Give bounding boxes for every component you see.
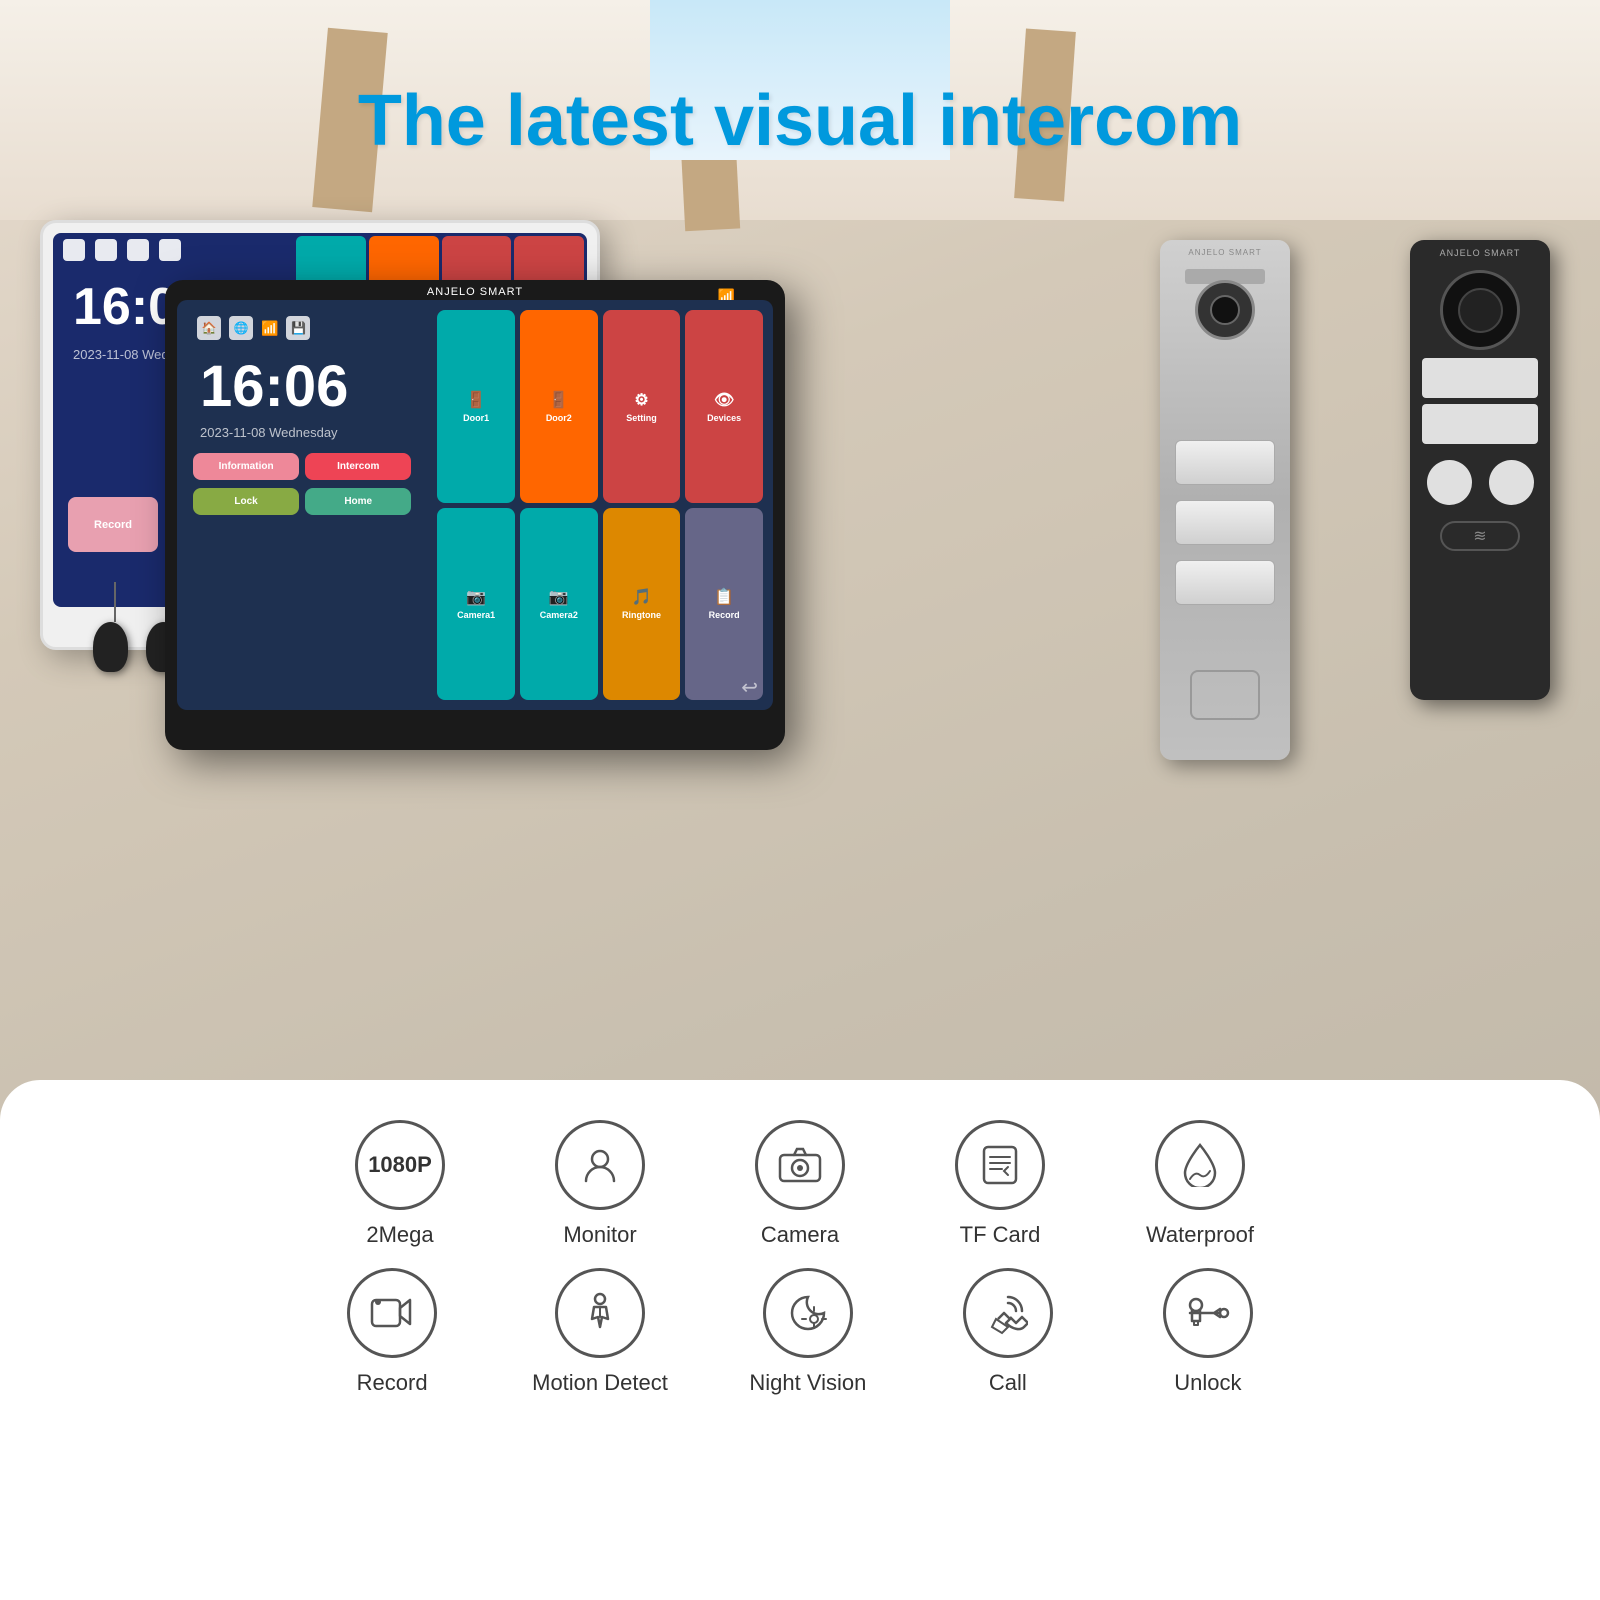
save-icon bbox=[159, 239, 181, 261]
mb-globe-icon: 🌐 bbox=[229, 316, 253, 340]
db-camera-inner bbox=[1210, 295, 1240, 325]
mb-save-icon: 💾 bbox=[286, 316, 310, 340]
feature-camera: Camera bbox=[740, 1120, 860, 1248]
mb-record: 📋Record bbox=[685, 508, 763, 701]
feature-icon-record bbox=[347, 1268, 437, 1358]
features-row-1: 1080P 2Mega Monitor Cam bbox=[80, 1120, 1520, 1248]
feature-label-nightvision: Night Vision bbox=[749, 1370, 866, 1396]
feature-label-monitor: Monitor bbox=[563, 1222, 636, 1248]
devices-section: 16:06 2023-11-08 Wed... 🚪 🚪 ⚙ 👁 📷 📷 ♪ 📋 … bbox=[0, 180, 1600, 830]
mb-door2: 🚪Door2 bbox=[520, 310, 598, 503]
dbb-camera bbox=[1440, 270, 1520, 350]
features-section: 1080P 2Mega Monitor Cam bbox=[0, 1080, 1600, 1600]
dbb-btn2[interactable] bbox=[1422, 404, 1538, 444]
feature-call: Call bbox=[948, 1268, 1068, 1396]
mb-topbar: 🏠 🌐 📶 💾 bbox=[185, 308, 419, 348]
feature-label-waterproof: Waterproof bbox=[1146, 1222, 1254, 1248]
feature-icon-unlock bbox=[1163, 1268, 1253, 1358]
mb-camera2: 📷Camera2 bbox=[520, 508, 598, 701]
feature-label-2mega: 2Mega bbox=[366, 1222, 433, 1248]
feature-waterproof: Waterproof bbox=[1140, 1120, 1260, 1248]
dbb-camera-inner bbox=[1458, 288, 1503, 333]
wifi-icon bbox=[127, 239, 149, 261]
keyfob1 bbox=[93, 622, 128, 672]
feature-monitor: Monitor bbox=[540, 1120, 660, 1248]
monitor-black: ANJELO SMART 📶 🏠 🌐 📶 💾 16:06 2023-11-08 … bbox=[165, 280, 785, 750]
mb-intercom-btn: Intercom bbox=[305, 453, 411, 480]
mb-devices: 👁Devices bbox=[685, 310, 763, 503]
mb-door1: 🚪Door1 bbox=[437, 310, 515, 503]
mb-home-icon: 🏠 bbox=[197, 316, 221, 340]
back-button[interactable]: ↩ bbox=[741, 675, 758, 700]
feature-2mega: 1080P 2Mega bbox=[340, 1120, 460, 1248]
db-btn1[interactable] bbox=[1175, 440, 1275, 485]
mb-wifi-icon: 📶 bbox=[261, 320, 278, 337]
feature-motion: Motion Detect bbox=[532, 1268, 668, 1396]
feature-label-record: Record bbox=[357, 1370, 428, 1396]
feature-label-camera: Camera bbox=[761, 1222, 839, 1248]
features-row-2: Record Motion Detect Night Vision bbox=[80, 1268, 1520, 1396]
feature-icon-motion bbox=[555, 1268, 645, 1358]
monitor-black-brand: ANJELO SMART bbox=[165, 280, 785, 300]
feature-icon-2mega: 1080P bbox=[355, 1120, 445, 1210]
db-camera bbox=[1195, 280, 1255, 340]
mb-camera1: 📷Camera1 bbox=[437, 508, 515, 701]
feature-label-motion: Motion Detect bbox=[532, 1370, 668, 1396]
dbb-circle1[interactable] bbox=[1427, 460, 1472, 505]
doorbell-black: ANJELO SMART ≋ bbox=[1410, 240, 1550, 700]
mb-setting: ⚙Setting bbox=[603, 310, 681, 503]
monitor-black-screen: 🏠 🌐 📶 💾 16:06 2023-11-08 Wednesday Infor… bbox=[177, 300, 773, 710]
feature-label-tfcard: TF Card bbox=[960, 1222, 1041, 1248]
feature-1080p-text: 1080P bbox=[368, 1152, 432, 1178]
feature-icon-nightvision bbox=[763, 1268, 853, 1358]
feature-icon-monitor bbox=[555, 1120, 645, 1210]
mb-grid: 🚪Door1 🚪Door2 ⚙Setting 👁Devices 📷Camera1… bbox=[427, 305, 773, 705]
mb-lock-btn: Lock bbox=[193, 488, 299, 515]
info-pill: Record bbox=[68, 497, 158, 552]
mb-home-btn: Home bbox=[305, 488, 411, 515]
feature-icon-waterproof bbox=[1155, 1120, 1245, 1210]
mb-ringtone: 🎵Ringtone bbox=[603, 508, 681, 701]
feature-tfcard: TF Card bbox=[940, 1120, 1060, 1248]
dbb-nfc: ≋ bbox=[1440, 521, 1520, 551]
monitor-time: 16:06 bbox=[185, 348, 419, 425]
feature-label-call: Call bbox=[989, 1370, 1027, 1396]
home-icon bbox=[63, 239, 85, 261]
feature-icon-tfcard bbox=[955, 1120, 1045, 1210]
db-btn3[interactable] bbox=[1175, 560, 1275, 605]
mb-info-btn: Information bbox=[193, 453, 299, 480]
feature-label-unlock: Unlock bbox=[1174, 1370, 1241, 1396]
monitor-date: 2023-11-08 Wednesday bbox=[185, 425, 419, 448]
page-title: The latest visual intercom bbox=[0, 80, 1600, 162]
db-speaker bbox=[1190, 670, 1260, 720]
feature-icon-camera bbox=[755, 1120, 845, 1210]
feature-nightvision: Night Vision bbox=[748, 1268, 868, 1396]
db-btn2[interactable] bbox=[1175, 500, 1275, 545]
feature-unlock: Unlock bbox=[1148, 1268, 1268, 1396]
dbb-brand: ANJELO SMART bbox=[1410, 240, 1550, 262]
db-silver-brand: ANJELO SMART bbox=[1160, 240, 1290, 261]
globe-icon bbox=[95, 239, 117, 261]
doorbell-silver: ANJELO SMART bbox=[1160, 240, 1290, 760]
dbb-btn1[interactable] bbox=[1422, 358, 1538, 398]
feature-record: Record bbox=[332, 1268, 452, 1396]
dbb-circle2[interactable] bbox=[1489, 460, 1534, 505]
feature-icon-call bbox=[963, 1268, 1053, 1358]
